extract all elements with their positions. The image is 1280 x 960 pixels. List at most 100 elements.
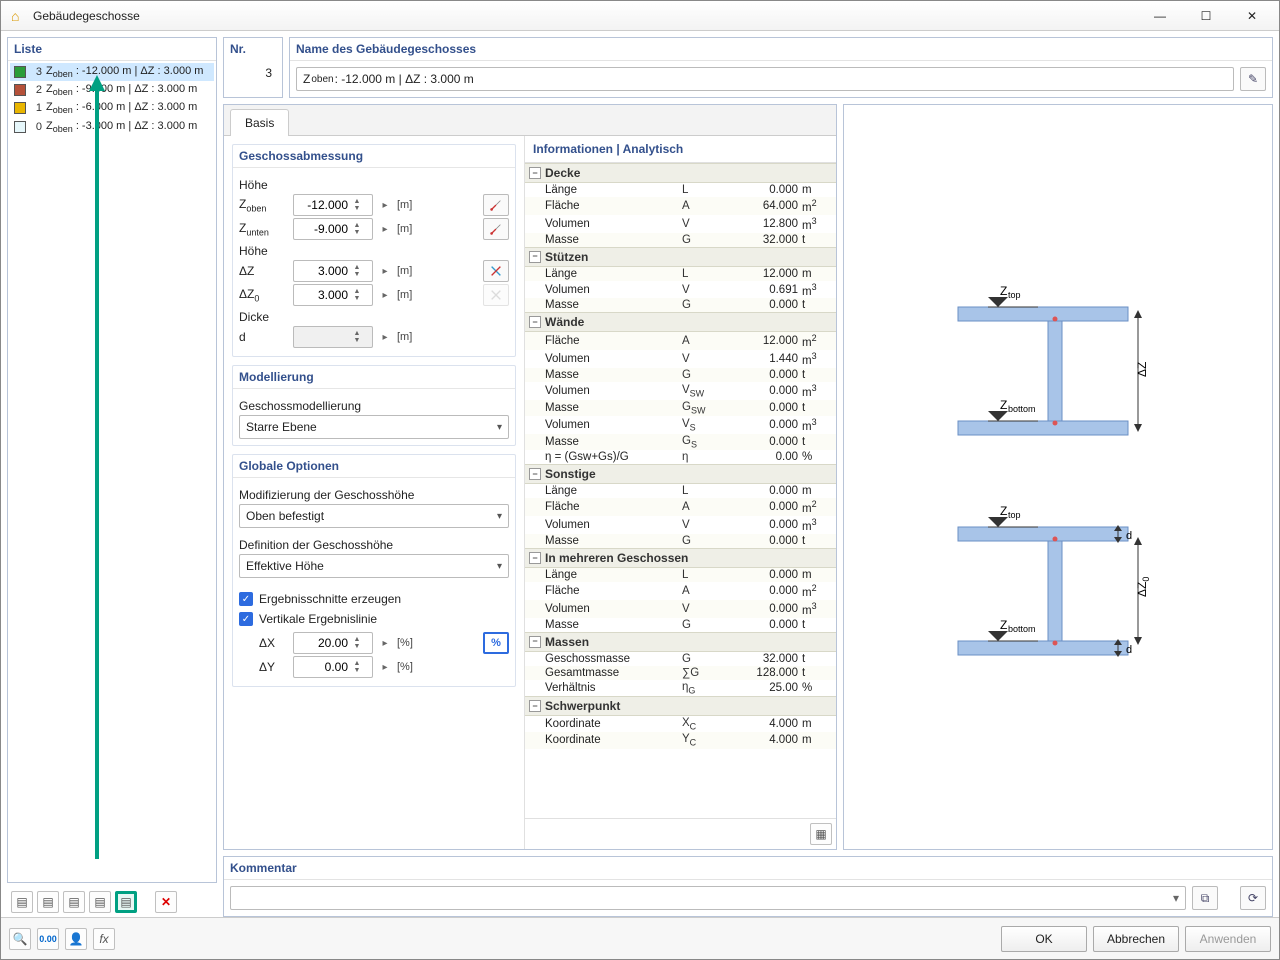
diagram-svg: Ztop Zbottom ΔZ [928, 257, 1188, 697]
info-row: VolumenV1.440m3 [525, 350, 836, 368]
input-zoben[interactable]: ▲▼ [293, 194, 373, 216]
select-mod[interactable]: Oben befestigt▾ [239, 504, 509, 528]
minimize-button[interactable]: ― [1137, 1, 1183, 30]
list-item-1[interactable]: 1Zoben : -6.000 m | ΔZ : 3.000 m [10, 99, 214, 117]
cancel-button[interactable]: Abbrechen [1093, 926, 1179, 952]
info-row: Gesamtmasse∑G128.000t [525, 666, 836, 680]
tb-btn-2[interactable]: ▤ [37, 891, 59, 913]
info-row: VolumenV0.691m3 [525, 281, 836, 299]
info-row: MasseG32.000t [525, 233, 836, 247]
edit-name-icon[interactable]: ✎ [1240, 67, 1266, 91]
tb-btn-5-active[interactable]: ▤ [115, 891, 137, 913]
list-title: Liste [8, 38, 216, 61]
bottom-icon-2[interactable]: 0.00 [37, 928, 59, 950]
label-hohe: Höhe [239, 178, 509, 192]
info-row: FlächeA12.000m2 [525, 332, 836, 350]
input-d: ▲▼ [293, 326, 373, 348]
info-table-icon[interactable]: ▦ [810, 823, 832, 845]
list-item-2[interactable]: 2Zoben : -9.000 m | ΔZ : 3.000 m [10, 81, 214, 99]
list-item-0[interactable]: 0Zoben : -3.000 m | ΔZ : 3.000 m [10, 118, 214, 136]
titlebar: ⌂ Gebäudegeschosse ― ☐ ✕ [1, 1, 1279, 31]
group-modelling: Modellierung Geschossmodellierung Starre… [232, 365, 516, 446]
nr-box: Nr. 3 [223, 37, 283, 98]
info-row: VerhältnisηG25.00% [525, 680, 836, 696]
comment-title: Kommentar [224, 857, 1272, 880]
bottom-icon-1[interactable]: 🔍 [9, 928, 31, 950]
info-row: VolumenVSW0.000m3 [525, 382, 836, 400]
step-icon[interactable]: ▸ [377, 224, 393, 235]
info-section-Sonstige[interactable]: −Sonstige [525, 464, 836, 484]
info-row: KoordinateYC4.000m [525, 732, 836, 748]
select-modelling[interactable]: Starre Ebene▾ [239, 415, 509, 439]
checkbox-vertical[interactable]: ✓ [239, 612, 253, 626]
input-dy[interactable]: ▲▼ [293, 656, 373, 678]
info-row: LängeL0.000m [525, 183, 836, 197]
info-section-Schwerpunkt[interactable]: −Schwerpunkt [525, 696, 836, 716]
window-title: Gebäudegeschosse [33, 9, 1137, 23]
tabs: Basis [224, 105, 836, 136]
svg-text:Z: Z [1000, 284, 1007, 298]
maximize-button[interactable]: ☐ [1183, 1, 1229, 30]
info-row: MasseGS0.000t [525, 434, 836, 450]
label-dicke: Dicke [239, 310, 509, 324]
info-row: LängeL0.000m [525, 568, 836, 582]
tb-btn-delete[interactable]: ✕ [155, 891, 177, 913]
tb-btn-3[interactable]: ▤ [63, 891, 85, 913]
input-dz0[interactable]: ▲▼ [293, 284, 373, 306]
list-item-3[interactable]: 3Zoben : -12.000 m | ΔZ : 3.000 m [10, 63, 214, 81]
name-input[interactable]: Zoben : -12.000 m | ΔZ : 3.000 m [296, 67, 1234, 91]
info-row: FlächeA64.000m2 [525, 197, 836, 215]
info-section-Massen[interactable]: −Massen [525, 632, 836, 652]
info-row: VolumenV0.000m3 [525, 600, 836, 618]
comment-input[interactable]: ▾ [230, 886, 1186, 910]
info-row: KoordinateXC4.000m [525, 716, 836, 732]
info-row: FlächeA0.000m2 [525, 498, 836, 516]
step-icon[interactable]: ▸ [377, 266, 393, 277]
list-toolbar: ▤ ▤ ▤ ▤ ▤ ✕ [7, 887, 217, 917]
input-dx[interactable]: ▲▼ [293, 632, 373, 654]
info-title: Informationen | Analytisch [525, 136, 836, 163]
info-section-Decke[interactable]: −Decke [525, 163, 836, 183]
comment-tool-icon[interactable]: ⟳ [1240, 886, 1266, 910]
info-section-Stützen[interactable]: −Stützen [525, 247, 836, 267]
app-icon: ⌂ [11, 8, 27, 24]
list-body[interactable]: 3Zoben : -12.000 m | ΔZ : 3.000 m2Zoben … [8, 61, 216, 882]
info-row: MasseG0.000t [525, 534, 836, 548]
info-section-Wände[interactable]: −Wände [525, 312, 836, 332]
percent-button[interactable]: % [483, 632, 509, 654]
checkbox-results[interactable]: ✓ [239, 592, 253, 606]
info-row: MasseG0.000t [525, 298, 836, 312]
bottom-icon-3[interactable]: 👤 [65, 928, 87, 950]
group-global: Globale Optionen Modifizierung der Gesch… [232, 454, 516, 687]
step-icon[interactable]: ▸ [377, 200, 393, 211]
info-row: MasseG0.000t [525, 618, 836, 632]
svg-text:bottom: bottom [1008, 404, 1036, 414]
step-icon[interactable]: ▸ [377, 290, 393, 301]
info-row: MasseG0.000t [525, 368, 836, 382]
list-panel: Liste 3Zoben : -12.000 m | ΔZ : 3.000 m2… [7, 37, 217, 883]
pick-zunten-icon[interactable] [483, 218, 509, 240]
apply-button[interactable]: Anwenden [1185, 926, 1271, 952]
pick-zoben-icon[interactable] [483, 194, 509, 216]
comment-copy-icon[interactable]: ⧉ [1192, 886, 1218, 910]
svg-text:d: d [1126, 530, 1132, 542]
pick-dz-icon[interactable] [483, 260, 509, 282]
group-dimensions-title: Geschossabmessung [233, 145, 515, 168]
ok-button[interactable]: OK [1001, 926, 1087, 952]
input-dz[interactable]: ▲▼ [293, 260, 373, 282]
name-box: Name des Gebäudegeschosses Zoben : -12.0… [289, 37, 1273, 98]
tb-btn-4[interactable]: ▤ [89, 891, 111, 913]
form-panel: Basis Geschossabmessung Höhe Zoben [223, 104, 837, 850]
svg-text:bottom: bottom [1008, 624, 1036, 634]
tab-basis[interactable]: Basis [230, 109, 289, 136]
input-zunten[interactable]: ▲▼ [293, 218, 373, 240]
info-section-In mehreren Geschossen[interactable]: −In mehreren Geschossen [525, 548, 836, 568]
tb-btn-1[interactable]: ▤ [11, 891, 33, 913]
svg-text:ΔZ: ΔZ [1135, 362, 1149, 377]
bottom-icon-4[interactable]: fx [93, 928, 115, 950]
close-button[interactable]: ✕ [1229, 1, 1275, 30]
info-row: VolumenVS0.000m3 [525, 416, 836, 434]
svg-text:Z: Z [1000, 504, 1007, 518]
svg-text:d: d [1126, 644, 1132, 656]
select-def[interactable]: Effektive Höhe▾ [239, 554, 509, 578]
